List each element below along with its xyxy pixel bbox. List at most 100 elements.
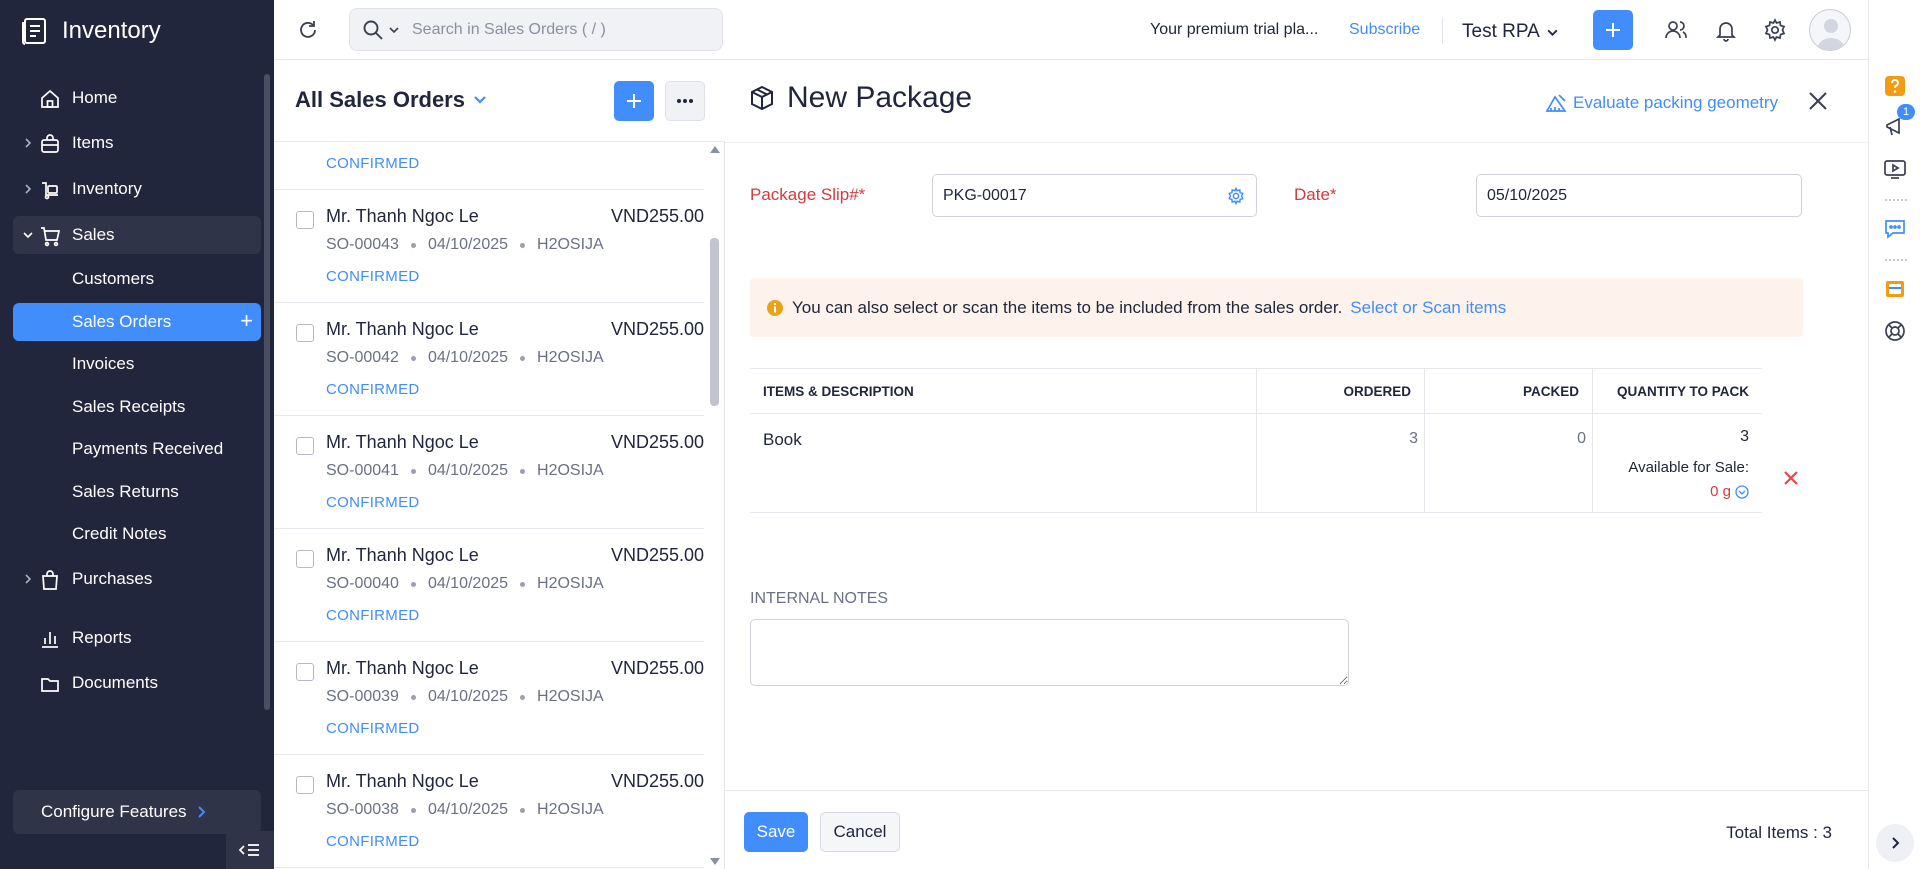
subscribe-link[interactable]: Subscribe <box>1349 21 1420 39</box>
search-input[interactable] <box>412 20 712 39</box>
available-for-sale-label: Available for Sale: <box>1628 459 1749 476</box>
bell-icon[interactable] <box>1714 18 1738 42</box>
marketplace-icon[interactable] <box>1883 277 1907 301</box>
sidebar-item-payments-received[interactable]: Payments Received <box>13 430 261 468</box>
select-or-scan-items-link[interactable]: Select or Scan items <box>1350 298 1506 318</box>
sidebar-item-credit-notes[interactable]: Credit Notes <box>13 515 261 553</box>
list-header: All Sales Orders <box>274 60 725 142</box>
chevron-down-icon[interactable] <box>388 24 400 36</box>
gear-icon[interactable] <box>1763 18 1787 42</box>
sidebar-item-sales-returns[interactable]: Sales Returns <box>13 473 261 511</box>
support-icon[interactable] <box>1883 319 1907 343</box>
avatar[interactable] <box>1809 9 1851 51</box>
package-slip-field[interactable]: PKG-00017 <box>932 174 1257 217</box>
available-for-sale-value[interactable]: 0 g <box>1710 483 1749 500</box>
list-item[interactable]: Mr. Thanh Ngoc Le VND255.00 SO-00041 04/1… <box>274 416 704 529</box>
list-item[interactable]: CONFIRMED <box>274 142 704 190</box>
chevron-right-icon[interactable] <box>21 572 35 586</box>
available-stock-value: 0 g <box>1710 483 1731 500</box>
cancel-button[interactable]: Cancel <box>820 812 900 852</box>
row-checkbox[interactable] <box>296 437 314 455</box>
row-checkbox[interactable] <box>296 324 314 342</box>
separator-dot <box>520 355 526 361</box>
sidebar-item-label: Purchases <box>72 569 153 588</box>
plus-icon <box>1603 20 1623 40</box>
plus-icon <box>625 92 643 110</box>
order-date: 04/10/2025 <box>427 688 509 705</box>
separator-dot <box>410 355 416 361</box>
evaluate-packing-geometry-link[interactable]: Evaluate packing geometry <box>1545 93 1778 113</box>
separator-dot <box>520 807 526 813</box>
sidebar-item-sales-receipts[interactable]: Sales Receipts <box>13 388 261 426</box>
item-name[interactable]: Book <box>763 430 802 450</box>
app-brand[interactable]: Inventory <box>20 14 161 48</box>
info-icon <box>766 299 784 317</box>
list-view-selector[interactable]: All Sales Orders <box>295 87 487 113</box>
sidebar-item-reports[interactable]: Reports <box>13 619 261 657</box>
search-bar[interactable] <box>349 8 723 51</box>
internal-notes-input[interactable] <box>750 619 1349 686</box>
sidebar-item-items[interactable]: Items <box>13 124 261 162</box>
settings-icon[interactable] <box>1227 187 1245 205</box>
order-number: SO-00038 <box>326 801 399 818</box>
order-reference: H2OSIJA <box>537 688 604 705</box>
sidebar-item-invoices[interactable]: Invoices <box>13 345 261 383</box>
row-checkbox[interactable] <box>296 211 314 229</box>
sidebar: Inventory Home Items Inventory Sales Cus… <box>0 0 274 869</box>
sidebar-item-sales[interactable]: Sales <box>13 216 261 254</box>
list-item[interactable]: Mr. Thanh Ngoc Le VND255.00 SO-00039 04/1… <box>274 642 704 755</box>
separator-dot <box>520 581 526 587</box>
sidebar-item-label: Inventory <box>72 179 142 198</box>
help-icon[interactable] <box>1883 74 1907 98</box>
sidebar-subitem-label: Invoices <box>72 354 135 373</box>
sidebar-scrollbar[interactable] <box>264 74 270 710</box>
chevron-down-icon[interactable] <box>21 228 35 242</box>
organization-switcher[interactable]: Test RPA <box>1462 21 1559 43</box>
add-sales-order-icon[interactable]: + <box>240 310 253 332</box>
cart-icon <box>39 225 61 247</box>
date-field[interactable]: 05/10/2025 <box>1476 174 1802 217</box>
chevron-right-icon[interactable] <box>21 136 35 150</box>
chevron-right-icon[interactable] <box>21 182 35 196</box>
search-icon[interactable] <box>362 19 384 41</box>
sidebar-item-purchases[interactable]: Purchases <box>13 560 261 598</box>
close-icon[interactable] <box>1807 90 1829 112</box>
new-sales-order-button[interactable] <box>614 81 654 121</box>
sidebar-item-sales-orders[interactable]: Sales Orders + <box>13 303 261 341</box>
sidebar-item-documents[interactable]: Documents <box>13 664 261 702</box>
list-item[interactable]: Mr. Thanh Ngoc Le VND255.00 SO-00043 04/1… <box>274 190 704 303</box>
collapse-sidebar-button[interactable] <box>226 831 274 869</box>
panel-footer: Save Cancel Total Items : 3 <box>725 790 1868 869</box>
customer-name: Mr. Thanh Ngoc Le <box>326 432 479 452</box>
order-amount: VND255.00 <box>610 432 704 452</box>
expand-rail-button[interactable] <box>1876 824 1914 862</box>
bar-chart-icon <box>39 628 61 650</box>
order-reference: H2OSIJA <box>537 236 604 253</box>
order-meta: SO-00043 04/10/2025 H2OSIJA <box>326 236 604 254</box>
list-item[interactable]: Mr. Thanh Ngoc Le VND255.00 SO-00040 04/1… <box>274 529 704 642</box>
column-divider <box>1256 369 1257 512</box>
remove-row-icon[interactable] <box>1783 470 1799 486</box>
refresh-icon[interactable] <box>296 18 320 42</box>
quantity-to-pack-input[interactable]: 3 <box>1740 428 1749 446</box>
quick-create-button[interactable] <box>1593 10 1633 50</box>
chat-icon[interactable] <box>1883 217 1907 241</box>
users-icon[interactable] <box>1664 18 1688 42</box>
list-item[interactable]: Mr. Thanh Ngoc Le VND255.00 SO-00042 04/1… <box>274 303 704 416</box>
more-options-button[interactable] <box>665 81 705 121</box>
row-checkbox[interactable] <box>296 663 314 681</box>
row-checkbox[interactable] <box>296 776 314 794</box>
sidebar-item-inventory[interactable]: Inventory <box>13 170 261 208</box>
sidebar-item-label: Items <box>72 133 114 152</box>
sidebar-item-home[interactable]: Home <box>13 79 261 117</box>
list-item[interactable]: Mr. Thanh Ngoc Le VND255.00 SO-00038 04/1… <box>274 755 704 868</box>
video-tutorial-icon[interactable] <box>1883 157 1907 181</box>
info-text: You can also select or scan the items to… <box>792 297 1343 317</box>
status-badge: CONFIRMED <box>326 268 420 285</box>
status-badge: CONFIRMED <box>326 494 420 511</box>
row-checkbox[interactable] <box>296 550 314 568</box>
sidebar-item-customers[interactable]: Customers <box>13 260 261 298</box>
configure-features-button[interactable]: Configure Features <box>13 790 261 834</box>
save-button[interactable]: Save <box>744 812 808 852</box>
list-scrollbar-thumb[interactable] <box>710 238 719 406</box>
